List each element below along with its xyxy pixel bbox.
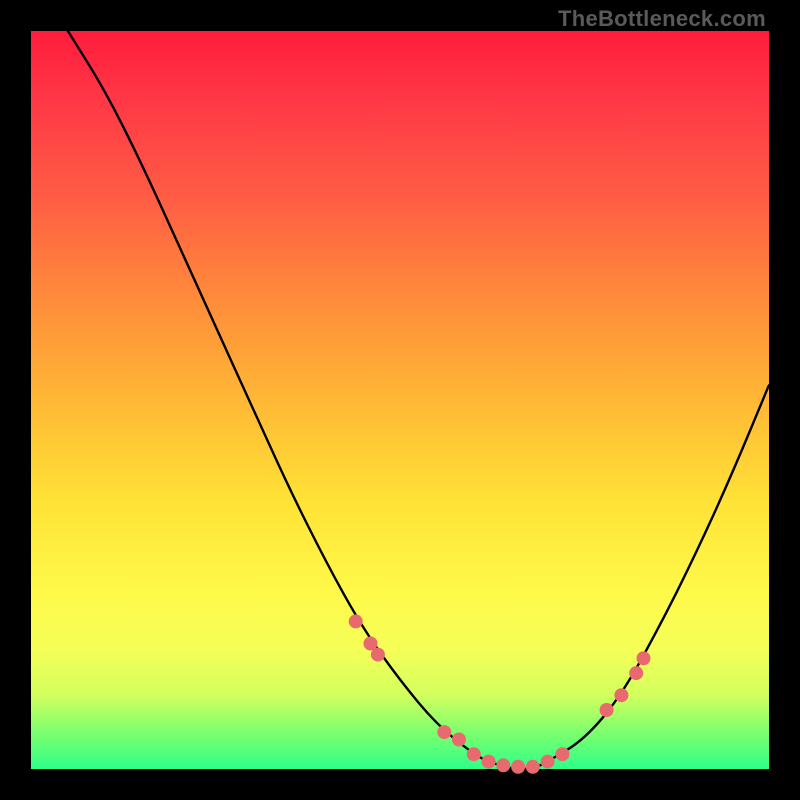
credit-text: TheBottleneck.com <box>558 6 766 32</box>
marker-dot <box>452 733 466 747</box>
marker-group <box>349 614 651 773</box>
marker-dot <box>600 703 614 717</box>
marker-dot <box>511 760 525 774</box>
marker-dot <box>614 688 628 702</box>
marker-dot <box>526 760 540 774</box>
marker-dot <box>371 648 385 662</box>
marker-dot <box>437 725 451 739</box>
marker-dot <box>496 758 510 772</box>
marker-dot <box>349 614 363 628</box>
curve-svg <box>31 31 769 769</box>
marker-dot <box>541 755 555 769</box>
marker-dot <box>629 666 643 680</box>
marker-dot <box>637 651 651 665</box>
bottleneck-curve <box>68 31 769 769</box>
marker-dot <box>482 755 496 769</box>
chart-stage: TheBottleneck.com <box>0 0 800 800</box>
marker-dot <box>555 747 569 761</box>
marker-dot <box>467 747 481 761</box>
plot-area <box>31 31 769 769</box>
